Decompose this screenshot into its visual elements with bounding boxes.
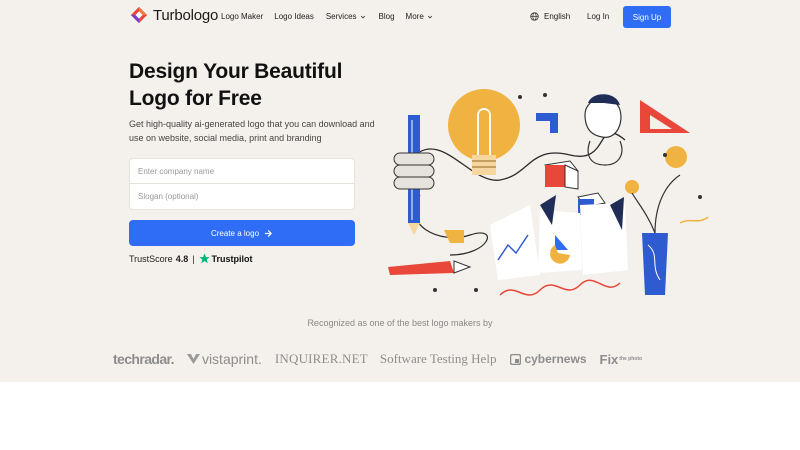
page: Turbologo Logo Maker Logo Ideas Services… [0, 0, 800, 450]
trust-separator: | [192, 253, 195, 264]
nav-services[interactable]: Services [326, 12, 366, 21]
cybernews-logo: cybernews [510, 352, 587, 366]
arrow-right-icon [264, 229, 272, 237]
chevron-down-icon [360, 15, 365, 18]
nav-logo-ideas[interactable]: Logo Ideas [274, 12, 314, 21]
the-photo-text: the photo [619, 355, 643, 362]
vistaprint-mark-icon [186, 354, 200, 364]
create-logo-button[interactable]: Create a logo [129, 220, 355, 246]
hero-illustration [388, 89, 709, 296]
nav-label: Logo Maker [221, 12, 264, 21]
login-link[interactable]: Log In [587, 12, 609, 21]
main-nav: Logo Maker Logo Ideas Services Blog More [221, 12, 433, 21]
vistaprint-text: vistaprint. [201, 351, 262, 367]
language-label: English [544, 12, 571, 21]
brand-name: Turbologo [153, 6, 219, 24]
nav-label: Services [325, 12, 357, 21]
company-placeholder: Enter company name [138, 166, 215, 176]
vistaprint-logo: vistaprint. [186, 351, 262, 367]
signup-button[interactable]: Sign Up [623, 6, 671, 28]
trust-score[interactable]: TrustScore 4.8 | Trustpilot [129, 253, 253, 264]
chevron-down-icon [427, 15, 432, 18]
trustpilot-star-icon [198, 253, 210, 264]
slogan-input[interactable]: Slogan (optional) [129, 184, 355, 210]
title-line-1: Design Your Beautiful [129, 60, 343, 83]
recognized-title: Recognized as one of the best logo maker… [307, 318, 493, 328]
trust-score-value: 4.8 [175, 253, 189, 264]
title-line-2: Logo for Free [129, 87, 262, 110]
nav-label: Logo Ideas [274, 12, 314, 21]
cybernews-text: cybernews [524, 352, 587, 366]
hero-subtitle: Get high-quality ai-generated logo that … [129, 119, 375, 143]
inquirer-logo: INQUIRER.NET [274, 351, 368, 366]
nav-more[interactable]: More [406, 12, 433, 21]
cybernews-mark-icon [510, 353, 522, 365]
trust-label: TrustScore [129, 253, 173, 264]
top-navigation: Turbologo Logo Maker Logo Ideas Services… [0, 0, 800, 34]
paper-chart-icon [490, 195, 628, 280]
software-testing-help-logo: Software Testing Help [379, 351, 497, 366]
page-title: Design Your Beautiful Logo for Free [129, 58, 389, 112]
company-name-input[interactable]: Enter company name [129, 158, 355, 184]
fix-text: Fix [599, 351, 619, 367]
language-selector[interactable]: English [530, 12, 570, 21]
pencil-hand-icon [393, 115, 435, 235]
nav-blog[interactable]: Blog [379, 12, 395, 21]
slogan-placeholder: Slogan (optional) [138, 192, 199, 201]
nav-logo-maker[interactable]: Logo Maker [221, 12, 263, 21]
cube-icon [544, 160, 579, 190]
turbologo-logo-icon [130, 6, 148, 24]
brand-logos-row: techradar. vistaprint. INQUIRER.NET Soft… [113, 348, 642, 370]
globe-icon [530, 12, 539, 21]
plant-vase-icon [625, 146, 709, 295]
create-logo-label: Create a logo [210, 228, 260, 238]
fix-the-photo-logo: Fix the photo [600, 352, 643, 367]
nav-label: More [405, 12, 424, 21]
set-square-icon [640, 100, 690, 133]
trustpilot-brand: Trustpilot [211, 253, 253, 264]
nav-label: Blog [378, 12, 395, 21]
brand-logo[interactable]: Turbologo [130, 6, 218, 24]
techradar-logo: techradar. [113, 351, 175, 367]
pen-icon [388, 260, 472, 275]
